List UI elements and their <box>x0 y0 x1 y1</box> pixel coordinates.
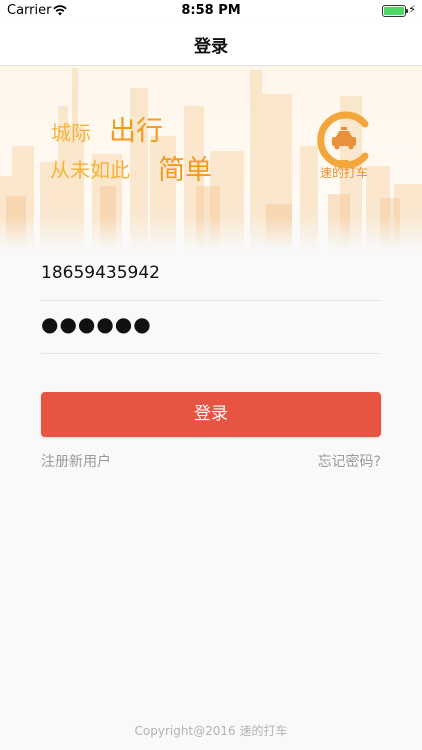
page-title: 登录 <box>194 37 228 57</box>
slogan-line2-small: 从未如此 <box>50 158 130 182</box>
password-field[interactable]: ●●●●●● <box>41 300 381 354</box>
logo-text: 速的打车 <box>319 166 368 180</box>
password-input-value[interactable]: ●●●●●● <box>41 312 152 336</box>
slogan-line1-large: 出行 <box>109 116 163 147</box>
taxi-logo-icon <box>317 111 369 169</box>
forgot-password-link[interactable]: 忘记密码? <box>318 451 381 471</box>
status-time: 8:58 PM <box>181 3 241 18</box>
register-link[interactable]: 注册新用户 <box>41 451 111 471</box>
battery-icon <box>382 5 408 17</box>
slogan-line1-small: 城际 <box>51 121 91 145</box>
phone-field[interactable]: 18659435942 <box>41 247 381 301</box>
phone-input-value[interactable]: 18659435942 <box>41 263 160 283</box>
banner: 城际 出行 从未如此 简单 速的打车 <box>0 66 422 250</box>
charging-icon: ⚡ <box>408 3 416 16</box>
navigation-bar: 登录 <box>0 22 422 66</box>
login-button[interactable]: 登录 <box>41 392 381 437</box>
slogan-line2-large: 简单 <box>158 155 212 186</box>
status-bar: Carrier 8:58 PM ⚡ <box>0 0 422 22</box>
copyright-text: Copyright@2016 速的打车 <box>134 724 288 738</box>
